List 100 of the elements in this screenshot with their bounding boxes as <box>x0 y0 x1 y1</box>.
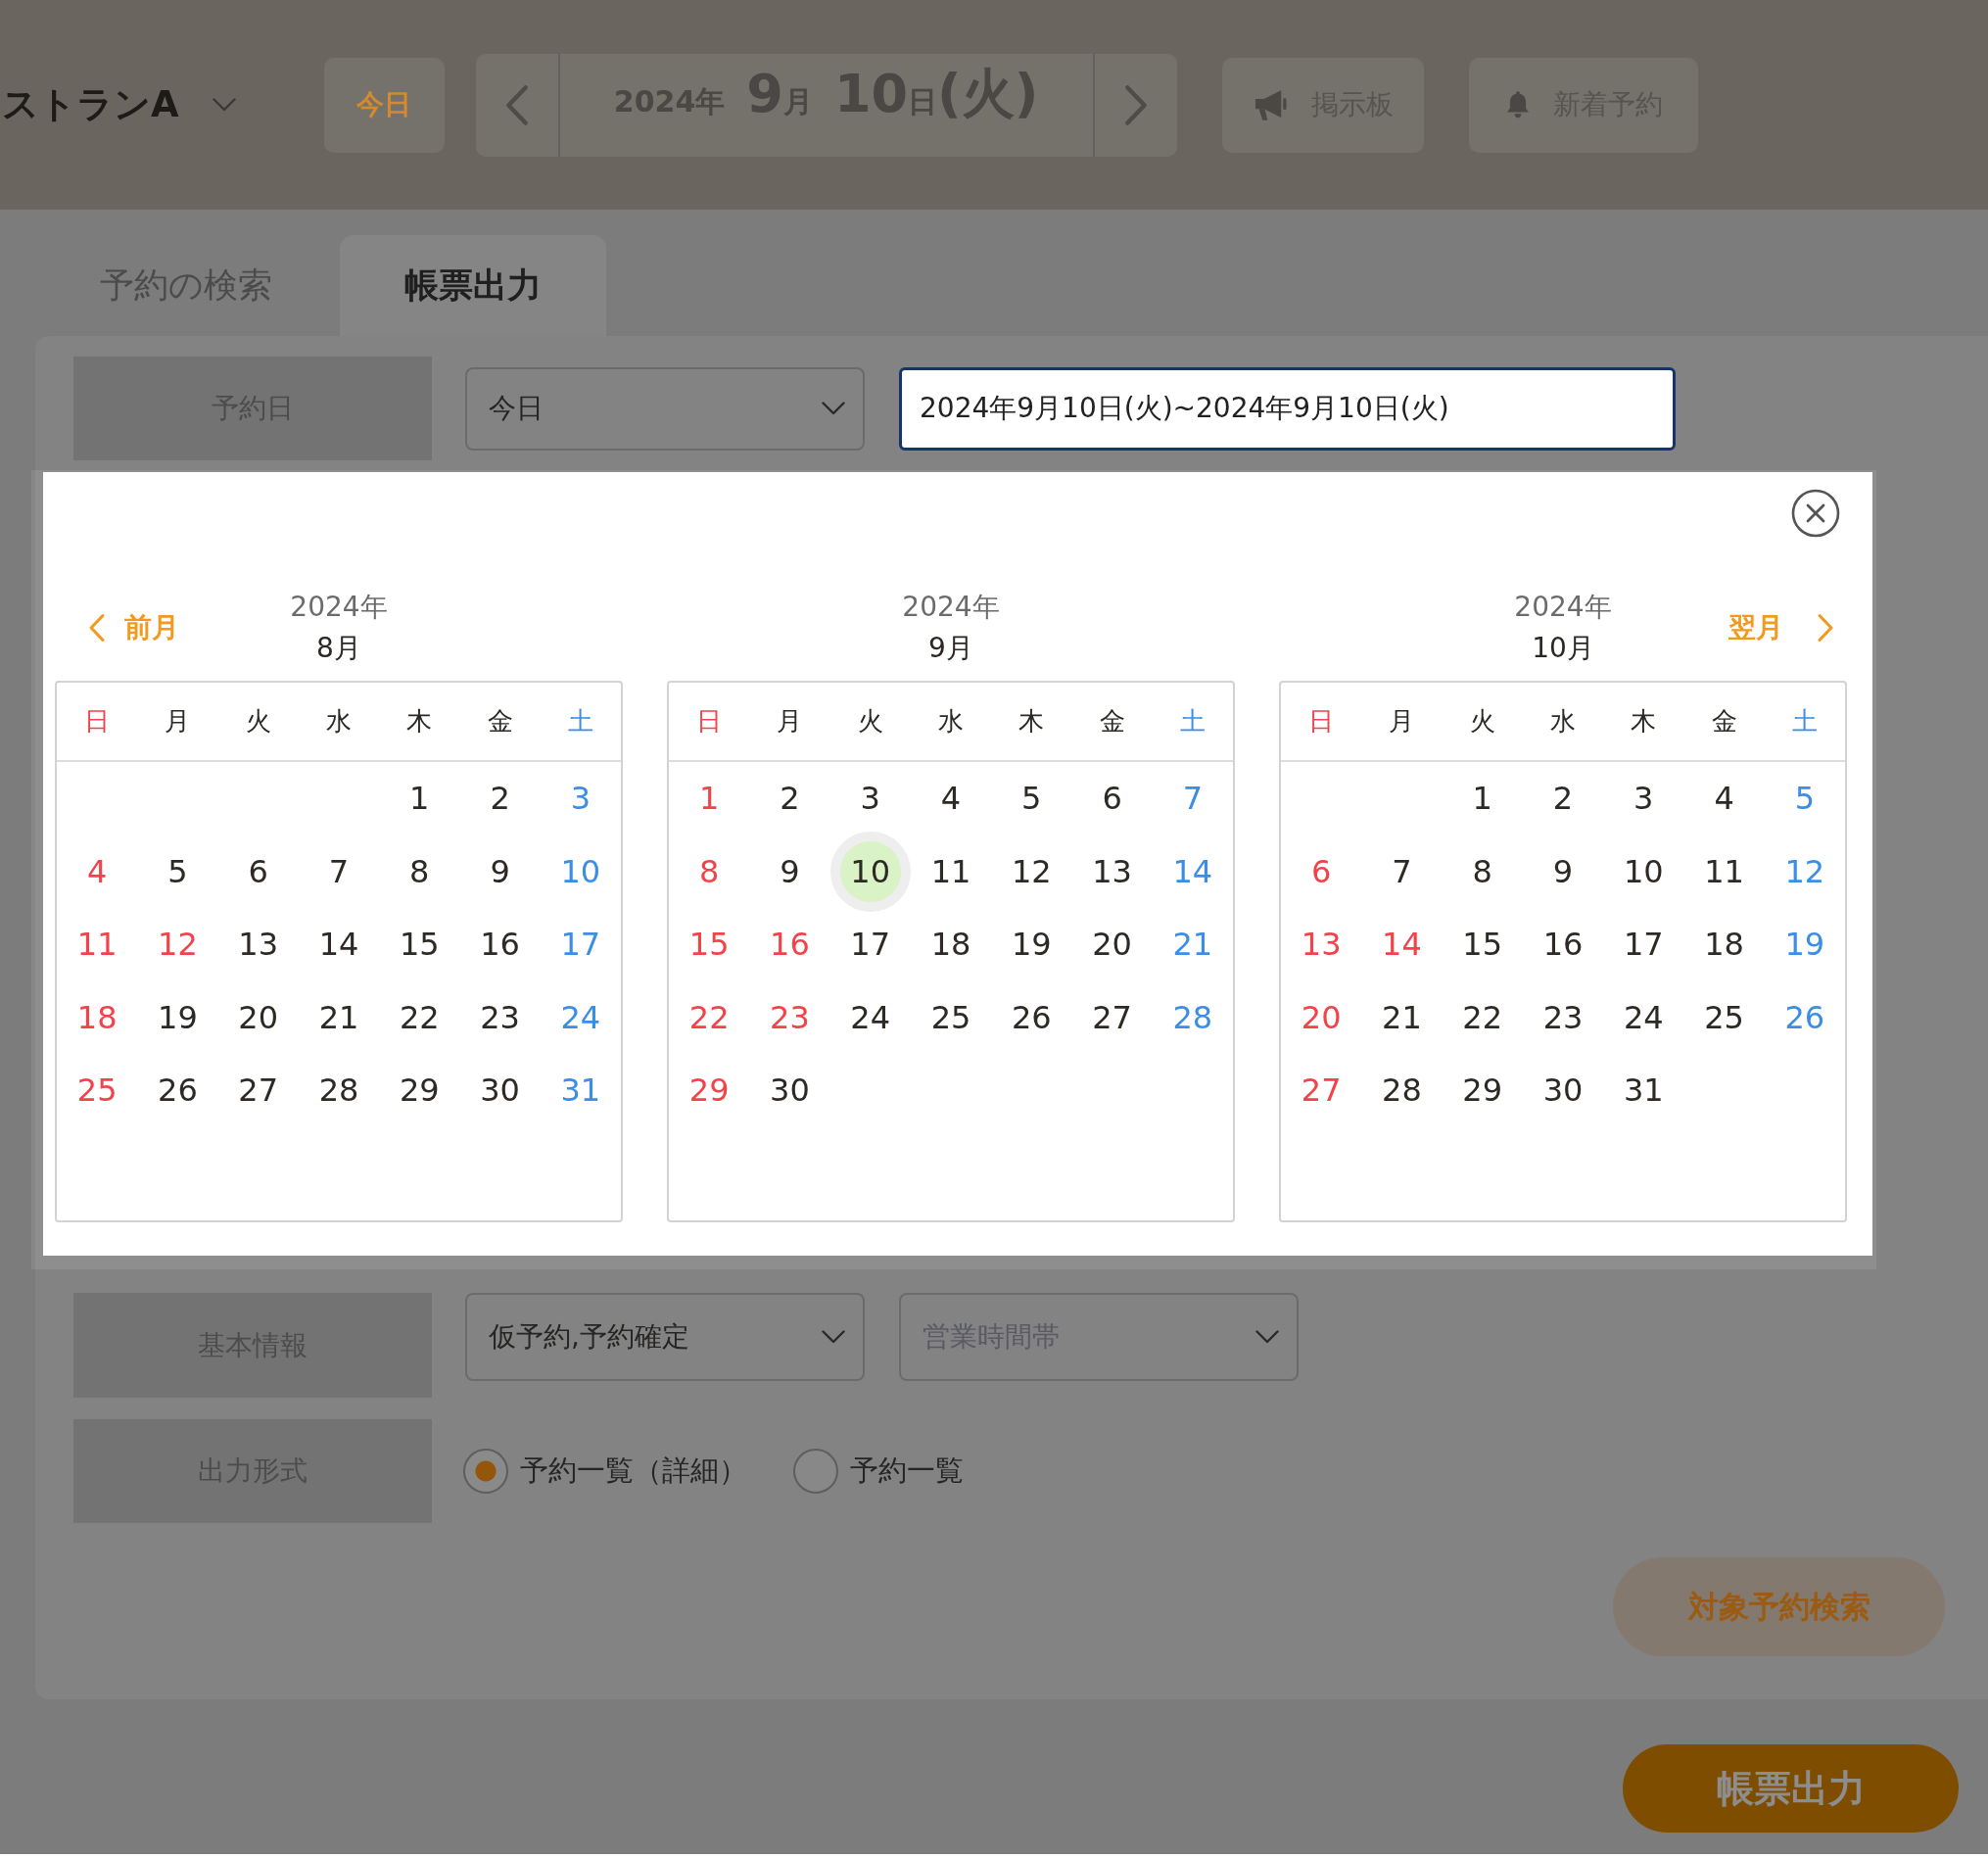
calendar-day[interactable]: 23 <box>1542 1001 1584 1033</box>
period-dropdown[interactable]: 今日 <box>465 366 865 451</box>
tab[interactable]: 帳票出力 <box>340 235 606 336</box>
weekday-label: 金 <box>1099 705 1125 738</box>
calendar-day[interactable]: 11 <box>930 855 971 887</box>
calendar-day[interactable]: 30 <box>770 1074 810 1107</box>
close-icon[interactable] <box>1791 489 1840 538</box>
calendar-day[interactable]: 27 <box>1092 1001 1132 1033</box>
status-dropdown[interactable]: 仮予約,予約確定 <box>465 1293 865 1381</box>
weekday-label: 金 <box>487 705 513 738</box>
calendar-day[interactable]: 13 <box>238 929 279 961</box>
calendar-day[interactable]: 2 <box>780 783 800 815</box>
calendar-day[interactable]: 3 <box>1633 783 1654 815</box>
calendar-day[interactable]: 10 <box>829 831 911 912</box>
calendar-day[interactable]: 25 <box>76 1074 118 1107</box>
radio-label[interactable]: 予約一覧（詳細） <box>520 1450 747 1493</box>
calendar-day[interactable]: 1 <box>698 783 720 815</box>
calendar-day[interactable]: 5 <box>1021 783 1042 815</box>
calendar-day[interactable]: 27 <box>238 1074 279 1107</box>
calendar-day[interactable]: 6 <box>1310 855 1332 887</box>
calendar-day[interactable]: 15 <box>688 929 730 961</box>
calendar-day[interactable]: 7 <box>1392 855 1412 887</box>
calendar-day[interactable]: 27 <box>1301 1074 1342 1107</box>
calendar-day[interactable]: 22 <box>399 1001 440 1033</box>
calendar-day[interactable]: 16 <box>1542 929 1584 961</box>
calendar-day[interactable]: 19 <box>158 1001 198 1033</box>
calendar-day[interactable]: 18 <box>1704 929 1744 961</box>
calendar-day[interactable]: 4 <box>1714 783 1734 815</box>
chevron-right-icon <box>1818 614 1833 642</box>
calendar-day[interactable]: 26 <box>1011 1001 1052 1033</box>
calendar-day[interactable]: 20 <box>1301 1001 1342 1033</box>
radio-label[interactable]: 予約一覧 <box>850 1450 964 1493</box>
calendar-day[interactable]: 17 <box>850 929 891 961</box>
calendar-day[interactable]: 13 <box>1301 929 1342 961</box>
calendar-day[interactable]: 17 <box>1623 929 1664 961</box>
calendar-day[interactable]: 12 <box>158 929 198 961</box>
calendar-day[interactable]: 8 <box>1472 855 1492 887</box>
calendar-day[interactable]: 29 <box>399 1074 440 1107</box>
calendar-day[interactable]: 9 <box>490 855 510 887</box>
calendar-day[interactable]: 25 <box>930 1001 971 1033</box>
weekday-label: 木 <box>406 705 433 738</box>
calendar-day[interactable]: 21 <box>318 1001 359 1033</box>
calendar-day[interactable]: 10 <box>1623 855 1664 887</box>
calendar-day[interactable]: 31 <box>1623 1074 1664 1107</box>
calendar-day[interactable]: 22 <box>688 1001 730 1033</box>
calendar-day[interactable]: 8 <box>698 855 720 887</box>
calendar-day[interactable]: 7 <box>328 855 350 887</box>
weekday-label: 月 <box>1389 705 1415 738</box>
calendar-day[interactable]: 4 <box>86 855 108 887</box>
calendar-day[interactable]: 30 <box>480 1074 520 1107</box>
calendar-day[interactable]: 26 <box>158 1074 198 1107</box>
calendar-day[interactable]: 24 <box>1623 1001 1664 1033</box>
calendar-day[interactable]: 6 <box>248 855 268 887</box>
calendar-day[interactable]: 9 <box>780 855 800 887</box>
calendar-day[interactable]: 14 <box>318 929 359 961</box>
calendar-day[interactable]: 8 <box>409 855 430 887</box>
weekday-label: 木 <box>1018 705 1045 738</box>
calendar-day[interactable]: 11 <box>76 929 118 961</box>
calendar-day[interactable]: 1 <box>409 783 430 815</box>
calendar-day[interactable]: 24 <box>850 1001 891 1033</box>
calendar-day[interactable]: 9 <box>1552 855 1574 887</box>
calendar-day[interactable]: 4 <box>940 783 962 815</box>
chevron-down-icon <box>822 1330 845 1344</box>
calendar-day[interactable]: 22 <box>1462 1001 1503 1033</box>
month-label: 9月 <box>927 631 974 666</box>
weekday-label: 日 <box>696 705 723 738</box>
chevron-left-icon <box>505 84 528 125</box>
calendar-day[interactable]: 28 <box>318 1074 359 1107</box>
calendar-day[interactable]: 12 <box>1011 855 1052 887</box>
calendar-day[interactable]: 19 <box>1011 929 1052 961</box>
calendar-day[interactable]: 1 <box>1472 783 1492 815</box>
calendar-day[interactable]: 21 <box>1382 1001 1422 1033</box>
calendar-day[interactable]: 16 <box>480 929 520 961</box>
calendar-day[interactable]: 23 <box>480 1001 520 1033</box>
calendar-day[interactable]: 29 <box>1462 1074 1503 1107</box>
calendar-day[interactable]: 5 <box>167 855 188 887</box>
calendar-day[interactable]: 16 <box>770 929 810 961</box>
calendar-day[interactable]: 3 <box>860 783 880 815</box>
calendar-day[interactable]: 2 <box>490 783 510 815</box>
weekday-label: 日 <box>84 705 111 738</box>
calendar-day[interactable]: 28 <box>1382 1074 1422 1107</box>
radio-button[interactable] <box>793 1449 838 1494</box>
calendar-day[interactable]: 2 <box>1552 783 1574 815</box>
calendar-day[interactable]: 20 <box>1092 929 1132 961</box>
calendar-day[interactable]: 18 <box>930 929 971 961</box>
calendar-day[interactable]: 15 <box>1462 929 1503 961</box>
calendar-day[interactable]: 14 <box>1382 929 1422 961</box>
calendar-day[interactable]: 13 <box>1092 855 1132 887</box>
calendar-day[interactable]: 29 <box>688 1074 730 1107</box>
calendar-day[interactable]: 11 <box>1704 855 1744 887</box>
calendar-day[interactable]: 25 <box>1704 1001 1744 1033</box>
calendar-day[interactable]: 18 <box>76 1001 118 1033</box>
calendar-day[interactable]: 6 <box>1102 783 1122 815</box>
calendar-day[interactable]: 20 <box>238 1001 279 1033</box>
calendar-day[interactable]: 23 <box>770 1001 810 1033</box>
radio-button[interactable] <box>463 1449 508 1494</box>
weekday-label: 木 <box>1631 705 1657 738</box>
date-range-field[interactable]: 2024年9月10日(火)~2024年9月10日(火) <box>899 366 1676 451</box>
calendar-day[interactable]: 30 <box>1542 1074 1584 1107</box>
calendar-day[interactable]: 15 <box>399 929 440 961</box>
